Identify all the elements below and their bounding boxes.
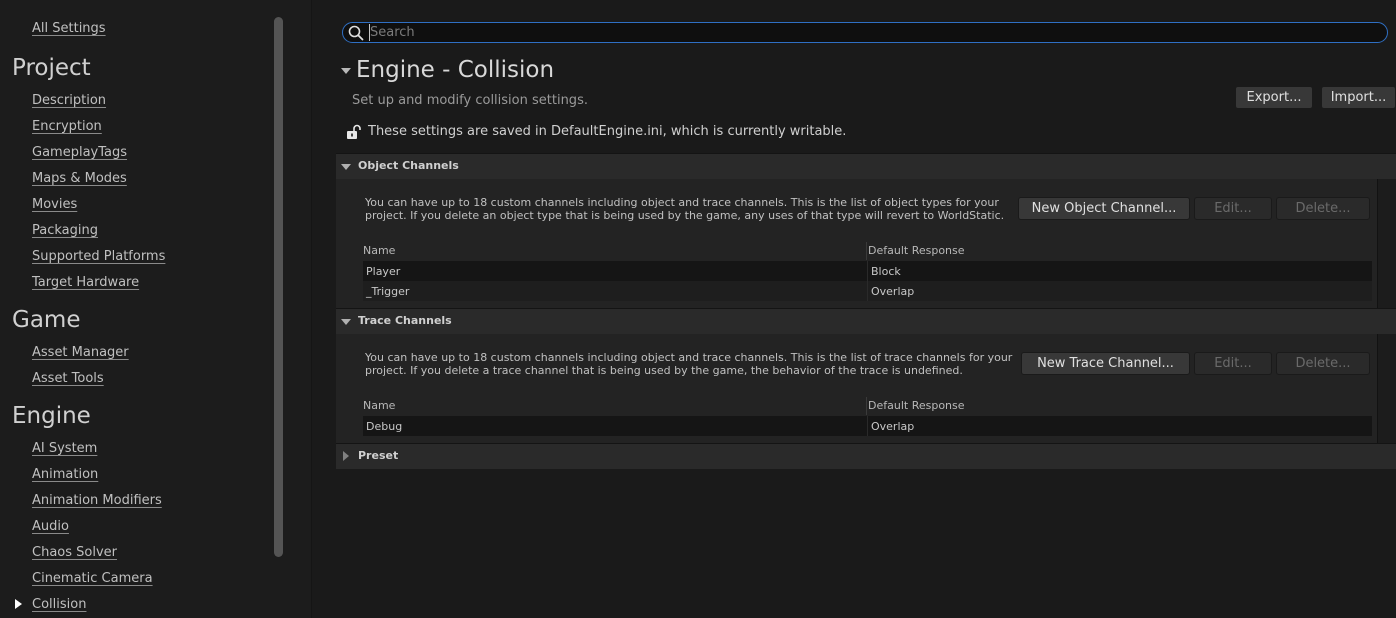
edit-trace-channel-button[interactable]: Edit... <box>1194 352 1272 375</box>
category-object-channels-label: Object Channels <box>358 159 459 172</box>
column-header-name[interactable]: Name <box>363 244 395 257</box>
unlocked-padlock-icon <box>347 124 361 139</box>
new-trace-channel-button[interactable]: New Trace Channel... <box>1021 352 1190 375</box>
sidebar-item-asset-tools[interactable]: Asset Tools <box>32 371 104 386</box>
column-header-default-response[interactable]: Default Response <box>868 399 965 412</box>
sidebar-item-animation[interactable]: Animation <box>32 467 98 482</box>
sidebar-item-target-hardware[interactable]: Target Hardware <box>32 275 139 290</box>
sidebar-scrollbar-thumb[interactable] <box>274 17 283 557</box>
sidebar-category-engine: Engine <box>12 403 91 429</box>
channel-name: _Trigger <box>366 285 410 298</box>
channel-default-response: Overlap <box>871 285 915 298</box>
trace-channels-description: You can have up to 18 custom channels in… <box>365 351 1013 377</box>
object-channels-description: You can have up to 18 custom channels in… <box>365 196 1005 222</box>
page-description: Set up and modify collision settings. <box>352 93 588 108</box>
channel-name: Player <box>366 265 401 278</box>
column-separator <box>866 242 867 260</box>
sidebar-item-gameplaytags[interactable]: GameplayTags <box>32 145 127 160</box>
search-input[interactable] <box>369 24 1370 41</box>
sidebar-item-maps-modes[interactable]: Maps & Modes <box>32 171 127 186</box>
panel-gutter <box>1377 179 1396 308</box>
sidebar-item-encryption[interactable]: Encryption <box>32 119 102 134</box>
delete-object-channel-button[interactable]: Delete... <box>1276 197 1370 220</box>
table-row[interactable]: Debug Overlap <box>363 416 1372 436</box>
page-title: Engine - Collision <box>356 57 555 83</box>
sidebar-category-project: Project <box>12 55 91 81</box>
channel-default-response: Block <box>871 265 901 278</box>
edit-object-channel-button[interactable]: Edit... <box>1194 197 1272 220</box>
sidebar-all-settings[interactable]: All Settings <box>32 21 106 36</box>
section-collapse-icon[interactable] <box>341 68 351 74</box>
category-object-channels-header[interactable]: Object Channels <box>336 153 1396 179</box>
search-box[interactable] <box>342 22 1388 43</box>
table-row[interactable]: _Trigger Overlap <box>363 281 1372 301</box>
column-header-name[interactable]: Name <box>363 399 395 412</box>
import-button[interactable]: Import... <box>1321 86 1396 109</box>
sidebar-category-game: Game <box>12 307 81 333</box>
row-divider <box>867 261 868 281</box>
trace-channels-body: You can have up to 18 custom channels in… <box>336 334 1396 443</box>
column-header-default-response[interactable]: Default Response <box>868 244 965 257</box>
collapsed-arrow-icon <box>343 451 349 461</box>
export-button[interactable]: Export... <box>1235 86 1313 109</box>
sidebar-item-packaging[interactable]: Packaging <box>32 223 98 238</box>
category-trace-channels-header[interactable]: Trace Channels <box>336 308 1396 334</box>
sidebar-item-supported-platforms[interactable]: Supported Platforms <box>32 249 165 264</box>
category-trace-channels-label: Trace Channels <box>358 314 452 327</box>
selected-item-arrow-icon <box>15 599 22 609</box>
expanded-arrow-icon <box>341 319 351 325</box>
settings-sidebar: All Settings Project Description Encrypt… <box>0 0 312 618</box>
category-preset-header[interactable]: Preset <box>336 443 1396 469</box>
sidebar-item-movies[interactable]: Movies <box>32 197 77 212</box>
table-row[interactable]: Player Block <box>363 261 1372 281</box>
sidebar-item-animation-modifiers[interactable]: Animation Modifiers <box>32 493 162 508</box>
row-divider <box>867 281 868 301</box>
sidebar-item-cinematic-camera[interactable]: Cinematic Camera <box>32 571 153 586</box>
sidebar-scrollbar[interactable] <box>274 17 283 557</box>
category-preset-label: Preset <box>358 449 399 462</box>
object-channels-body: You can have up to 18 custom channels in… <box>336 179 1396 308</box>
sidebar-item-collision[interactable]: Collision <box>32 597 86 612</box>
channel-name: Debug <box>366 420 403 433</box>
column-separator <box>866 397 867 415</box>
channel-default-response: Overlap <box>871 420 915 433</box>
sidebar-item-description[interactable]: Description <box>32 93 106 108</box>
config-writable-note: These settings are saved in DefaultEngin… <box>368 124 847 139</box>
new-object-channel-button[interactable]: New Object Channel... <box>1018 197 1190 220</box>
sidebar-item-asset-manager[interactable]: Asset Manager <box>32 345 129 360</box>
expanded-arrow-icon <box>341 164 351 170</box>
delete-trace-channel-button[interactable]: Delete... <box>1276 352 1370 375</box>
panel-gutter <box>1377 334 1396 443</box>
row-divider <box>867 416 868 436</box>
search-icon <box>348 25 364 41</box>
sidebar-item-audio[interactable]: Audio <box>32 519 69 534</box>
sidebar-item-ai-system[interactable]: AI System <box>32 441 97 456</box>
sidebar-item-chaos-solver[interactable]: Chaos Solver <box>32 545 117 560</box>
